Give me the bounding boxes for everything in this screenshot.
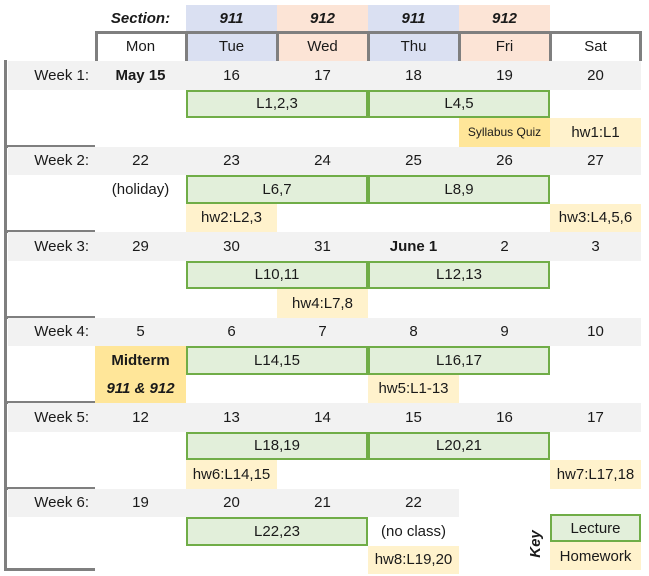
date-cell: 12 (132, 408, 149, 426)
date-cell: 7 (318, 323, 327, 341)
header-divider (276, 31, 279, 61)
week-label: Week 4: (34, 323, 89, 341)
lecture-block: L18,19 (186, 431, 368, 460)
date-cell: 27 (587, 152, 604, 170)
week-label: Week 5: (34, 408, 89, 426)
date-cell: 16 (223, 66, 240, 84)
date-cell: 22 (132, 152, 149, 170)
lecture-block: L22,23 (186, 517, 368, 546)
date-cell: 9 (500, 323, 509, 341)
header-divider (185, 31, 188, 61)
date-cell: 20 (223, 494, 240, 512)
date-cell: 30 (223, 237, 240, 255)
day-note: (holiday) (111, 180, 170, 198)
section-tue: 911 (186, 5, 277, 32)
day-header-thu: Thu (368, 32, 459, 61)
date-cell: 13 (223, 408, 240, 426)
day-header-fri: Fri (459, 32, 550, 61)
date-cell: 29 (132, 237, 149, 255)
date-cell: 5 (136, 323, 145, 341)
date-cell: 25 (405, 152, 422, 170)
lecture-block: L8,9 (368, 175, 550, 204)
section-label: Section: (110, 10, 171, 27)
date-cell: 17 (314, 66, 331, 84)
date-cell: 17 (587, 408, 604, 426)
header-divider (549, 31, 552, 61)
section-wed: 912 (277, 5, 368, 32)
date-cell: 31 (314, 237, 331, 255)
date-cell: 3 (591, 237, 600, 255)
date-cell: 21 (314, 494, 331, 512)
lecture-block: L16,17 (368, 346, 550, 375)
date-cell: 24 (314, 152, 331, 170)
header-divider (458, 31, 461, 61)
week-label: Week 3: (34, 237, 89, 255)
date-cell: 8 (409, 323, 418, 341)
midterm-title: Midterm (95, 346, 186, 375)
day-header-tue: Tue (186, 32, 277, 61)
homework-item: hw7:L17,18 (550, 460, 641, 489)
lecture-block: L6,7 (186, 175, 368, 204)
day-header-mon: Mon (95, 32, 186, 61)
homework-item: hw4:L7,8 (277, 289, 368, 318)
week-label: Week 1: (34, 66, 89, 84)
syllabus-quiz: Syllabus Quiz (459, 118, 550, 147)
date-cell: June 1 (389, 237, 438, 255)
day-note: (no class) (380, 522, 447, 540)
homework-item: hw1:L1 (550, 118, 641, 147)
date-cell: 23 (223, 152, 240, 170)
homework-item: hw5:L1-13 (368, 374, 459, 403)
section-fri: 912 (459, 5, 550, 32)
date-cell: 16 (496, 408, 513, 426)
homework-item: hw3:L4,5,6 (550, 203, 641, 232)
header-divider (639, 31, 642, 61)
key-lecture: Lecture (550, 514, 641, 542)
date-cell: May 15 (115, 66, 166, 84)
section-thu: 911 (368, 5, 459, 32)
header-divider (95, 31, 98, 61)
key-homework: Homework (550, 542, 641, 570)
lecture-block: L10,11 (186, 260, 368, 289)
midterm-sections: 911 & 912 (95, 374, 186, 403)
date-cell: 6 (227, 323, 236, 341)
lecture-block: L12,13 (368, 260, 550, 289)
lecture-block: L20,21 (368, 431, 550, 460)
date-cell: 22 (405, 494, 422, 512)
date-cell: 14 (314, 408, 331, 426)
date-cell: 26 (496, 152, 513, 170)
date-cell: 10 (587, 323, 604, 341)
date-cell: 20 (587, 66, 604, 84)
date-cell: 2 (500, 237, 509, 255)
bottom-border (4, 568, 95, 571)
week-label: Week 6: (34, 494, 89, 512)
header-divider (367, 31, 370, 61)
homework-item: hw8:L19,20 (368, 545, 459, 574)
date-cell: 19 (132, 494, 149, 512)
date-cell: 18 (405, 66, 422, 84)
date-cell: 15 (405, 408, 422, 426)
day-header-sat: Sat (550, 32, 641, 61)
homework-item: hw6:L14,15 (186, 460, 277, 489)
day-header-wed: Wed (277, 32, 368, 61)
date-cell: 19 (496, 66, 513, 84)
lecture-block: L1,2,3 (186, 89, 368, 118)
lecture-block: L4,5 (368, 89, 550, 118)
homework-item: hw2:L2,3 (186, 203, 277, 232)
lecture-block: L14,15 (186, 346, 368, 375)
week-label: Week 2: (34, 152, 89, 170)
key-title: Key (526, 530, 544, 558)
